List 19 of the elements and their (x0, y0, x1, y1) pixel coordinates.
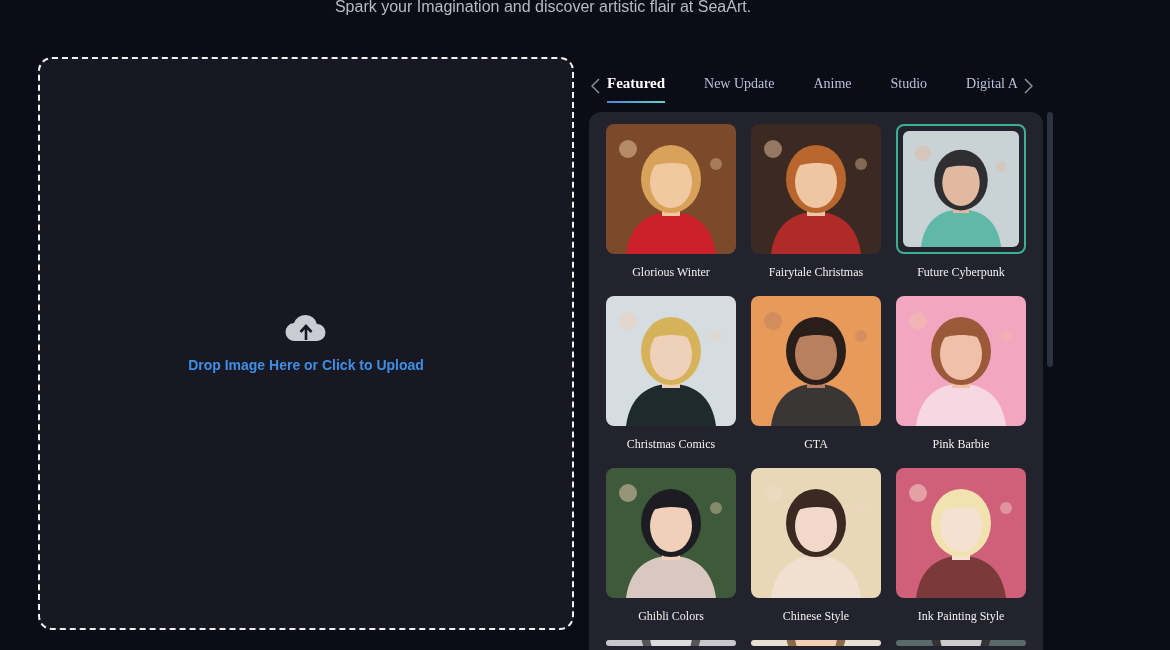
style-name[interactable]: Chinese Style (782, 607, 850, 625)
style-name[interactable]: Pink Barbie (932, 435, 990, 453)
style-name[interactable]: GTA (804, 435, 828, 453)
category-tab[interactable]: Studio (890, 65, 928, 104)
upload-dropzone[interactable]: Drop Image Here or Click to Upload (38, 57, 574, 630)
category-tab[interactable]: New Update (704, 65, 775, 104)
style-name[interactable]: Glorious Winter (632, 263, 710, 281)
subtitle: Spark your Imagination and discover artistic flair at SeaArt. (333, 0, 753, 17)
category-tab[interactable]: Digital A (966, 65, 1018, 104)
upload-label: Drop Image Here or Click to Upload (188, 356, 424, 375)
style-name[interactable]: Ink Painting Style (917, 607, 1005, 625)
style-name[interactable]: Christmas Comics (626, 435, 716, 453)
scrollbar-thumb[interactable] (1047, 112, 1053, 367)
style-name[interactable]: Ghibli Colors (638, 607, 704, 625)
category-tab[interactable]: Anime (813, 65, 852, 104)
style-name[interactable]: Fairytale Christmas (768, 263, 864, 281)
selected-style-frame[interactable] (896, 124, 1026, 254)
category-tab[interactable]: Featured (607, 65, 666, 104)
style-name[interactable]: Future Cyberpunk (917, 263, 1005, 281)
